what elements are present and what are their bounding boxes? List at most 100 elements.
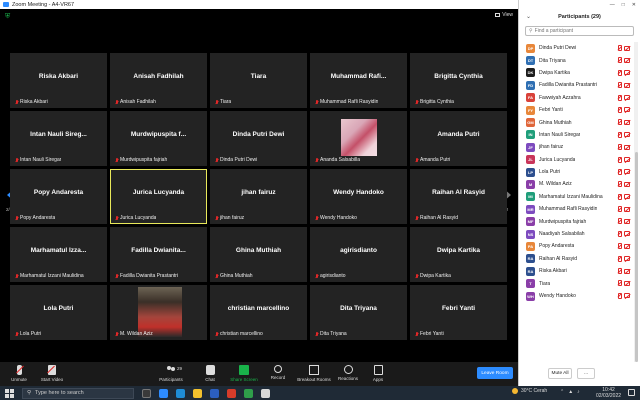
volume-icon[interactable]: ♪: [577, 389, 580, 395]
participant-row[interactable]: FD Fadilla Dwianita Prastantri: [519, 79, 633, 91]
video-tile[interactable]: Marhamatul Izza... Marhamatul Izzani Maul…: [10, 227, 107, 282]
participant-row[interactable]: GM Ghina Muthiah: [519, 116, 633, 128]
breakout-rooms-button[interactable]: Breakout Rooms: [295, 365, 333, 382]
notification-icon[interactable]: [628, 389, 635, 396]
video-tile[interactable]: Dita Triyana Dita Triyana: [310, 285, 407, 340]
participant-row[interactable]: MF Murdwipuspita fajriah: [519, 215, 633, 227]
participant-list-scrollbar[interactable]: [634, 42, 638, 362]
video-tile[interactable]: Raihan Al Rasyid Raihan Al Rasyid: [410, 169, 507, 224]
chrome-icon[interactable]: [244, 388, 253, 398]
apps-icon: [373, 365, 383, 375]
video-tile[interactable]: Wendy Handoko Wendy Handoko: [310, 169, 407, 224]
edge-browser-icon[interactable]: [176, 388, 185, 398]
video-tile[interactable]: Dwipa Kartika Dwipa Kartika: [410, 227, 507, 282]
video-tile[interactable]: Popy Andaresta Popy Andaresta: [10, 169, 107, 224]
mic-muted-icon: [617, 206, 622, 213]
participant-row[interactable]: MI Marhamatul Izzani Maulidina: [519, 191, 633, 203]
record-button[interactable]: Record: [269, 365, 287, 380]
reactions-button[interactable]: Reactions: [336, 365, 360, 381]
taskbar-search[interactable]: ⚲ Type here to search: [22, 387, 134, 399]
video-tile[interactable]: Fadilla Dwianita... Fadilla Dwianita Pras…: [110, 227, 207, 282]
participant-row[interactable]: NS Naadiyah Salsabilah: [519, 228, 633, 240]
start-video-button[interactable]: Start Video: [38, 365, 66, 382]
clock-date: 02/03/2022: [596, 393, 622, 399]
apps-button[interactable]: Apps: [371, 365, 385, 382]
participant-row[interactable]: RA Riska Akbari: [519, 265, 633, 277]
video-tile[interactable]: Ghina Muthiah Ghina Muthiah: [210, 227, 307, 282]
window-title: Zoom Meeting - A4-VR67: [12, 1, 75, 8]
share-screen-icon: [239, 365, 249, 375]
unmute-button[interactable]: Unmute: [10, 365, 28, 382]
participant-name: Dinda Putri Dewi: [539, 45, 577, 52]
participant-search[interactable]: ⚲: [525, 26, 634, 36]
video-tile[interactable]: Dinda Putri Dewi Dinda Putri Dewi: [210, 111, 307, 166]
participant-row[interactable]: JF jihan fairuz: [519, 141, 633, 153]
leave-room-button[interactable]: Leave Room: [477, 367, 513, 379]
task-view-icon[interactable]: [142, 388, 151, 398]
video-tile[interactable]: Murdwipuspita f... Murdwipuspita fajriah: [110, 111, 207, 166]
participant-row[interactable]: FA Fawwiyah Azzahra: [519, 92, 633, 104]
zoom-taskbar-icon[interactable]: [159, 388, 168, 398]
mic-muted-icon: [215, 273, 218, 279]
video-tile[interactable]: Riska Akbari Riska Akbari: [10, 53, 107, 108]
participant-row[interactable]: RA Raihan Al Rasyid: [519, 253, 633, 265]
scrollbar-thumb[interactable]: [634, 152, 638, 362]
mic-muted-icon: [415, 273, 418, 279]
microphone-muted-icon: [15, 365, 24, 375]
video-tile[interactable]: agirisdianto agirisdianto: [310, 227, 407, 282]
panel-window-controls: — □ ✕: [519, 0, 640, 9]
participants-button[interactable]: 29 Participants: [156, 365, 186, 382]
video-tile[interactable]: Muhammad Rafi... Muhammad Rafli Rasyidin: [310, 53, 407, 108]
zoom-window: Zoom Meeting - A4-VR67 ⛨ View 2/2 2/2 Ri…: [0, 0, 640, 400]
mic-muted-icon: [315, 331, 318, 337]
taskbar-clock[interactable]: 10:42 02/03/2022: [596, 387, 621, 399]
word-icon[interactable]: [210, 388, 219, 398]
participant-row[interactable]: LP Lola Putri: [519, 166, 633, 178]
video-tile[interactable]: M. Wildan Aziz: [110, 285, 207, 340]
network-icon[interactable]: ▲: [568, 389, 573, 395]
participant-row[interactable]: DK Dwipa Kartika: [519, 67, 633, 79]
weather-widget[interactable]: 30°C Cerah: [512, 388, 547, 394]
video-tile[interactable]: jihan fairuz jihan fairuz: [210, 169, 307, 224]
video-tile[interactable]: Anisah Fadhilah Anisah Fadhilah: [110, 53, 207, 108]
chat-label: Chat: [205, 377, 215, 382]
participant-row[interactable]: IN Intan Nauli Siregar: [519, 129, 633, 141]
participant-row[interactable]: DP Dinda Putri Dewi: [519, 42, 633, 54]
participant-row[interactable]: WH Wendy Handoko: [519, 290, 633, 302]
video-tile[interactable]: Lola Putri Lola Putri: [10, 285, 107, 340]
participant-row[interactable]: T Tiara: [519, 277, 633, 289]
chevron-down-icon[interactable]: ⌄: [526, 13, 531, 20]
chat-button[interactable]: Chat: [202, 365, 218, 382]
store-icon[interactable]: [261, 388, 270, 398]
video-tile[interactable]: Amanda Putri Amanda Putri: [410, 111, 507, 166]
mic-muted-icon: [617, 144, 622, 151]
video-tile[interactable]: Intan Nauli Sireg... Intan Nauli Siregar: [10, 111, 107, 166]
video-tile[interactable]: Febri Yanti Febri Yanti: [410, 285, 507, 340]
video-tile[interactable]: Ananda Salsabilla: [310, 111, 407, 166]
video-tile[interactable]: Jurica Lucyanda Jurica Lucyanda: [110, 169, 207, 224]
participant-row[interactable]: PA Popy Andaresta: [519, 240, 633, 252]
participant-search-input[interactable]: [534, 28, 625, 34]
maximize-icon[interactable]: □: [622, 2, 625, 8]
chevron-up-icon[interactable]: ⌃: [560, 389, 564, 395]
participant-row[interactable]: JL Jurica Lucyanda: [519, 154, 633, 166]
security-shield-icon[interactable]: ⛨: [5, 13, 11, 20]
participant-row[interactable]: DT Dita Triyana: [519, 54, 633, 66]
tile-name-label: M. Wildan Aziz: [115, 331, 153, 337]
video-tile[interactable]: christian marcellino christian marcellino: [210, 285, 307, 340]
video-tile[interactable]: Brigitta Cynthia Brigitta Cynthia: [410, 53, 507, 108]
close-icon[interactable]: ✕: [632, 2, 636, 8]
powerpoint-icon[interactable]: [227, 388, 236, 398]
video-tile[interactable]: Tiara Tiara: [210, 53, 307, 108]
video-off-icon: [624, 293, 630, 299]
windows-start-icon[interactable]: [5, 388, 14, 398]
more-options-button[interactable]: ...: [577, 368, 595, 379]
participant-row[interactable]: M M. Wildan Aziz: [519, 178, 633, 190]
participant-row[interactable]: MR Muhammad Rafli Rasyidin: [519, 203, 633, 215]
file-explorer-icon[interactable]: [193, 388, 202, 398]
share-screen-button[interactable]: Share Screen: [229, 365, 259, 382]
minimize-icon[interactable]: —: [610, 2, 615, 8]
mute-all-button[interactable]: Mute All: [548, 368, 572, 379]
participant-row[interactable]: FY Febri Yanti: [519, 104, 633, 116]
view-button[interactable]: View: [495, 12, 513, 18]
